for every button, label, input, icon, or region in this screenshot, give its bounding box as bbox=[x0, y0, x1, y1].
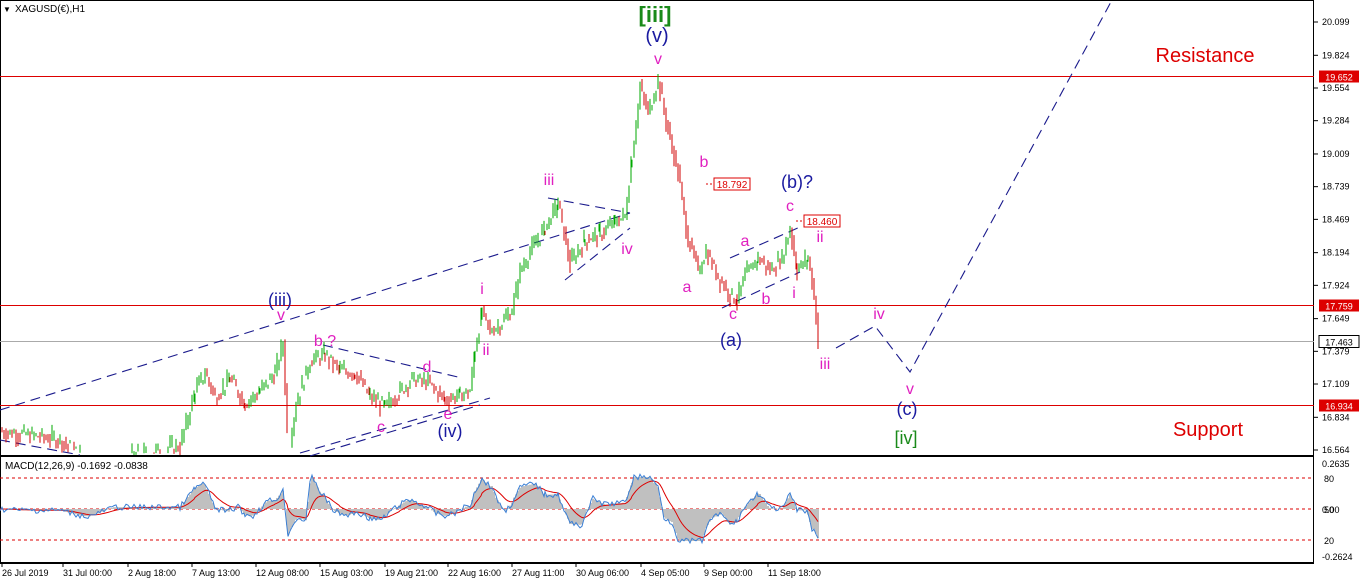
macd-tick-0: 0.2635 bbox=[1322, 459, 1350, 469]
annotation-22: c bbox=[786, 198, 794, 215]
price-tick-11: 17.109 bbox=[1322, 379, 1350, 389]
annotation-13: (iv) bbox=[438, 421, 463, 441]
time-tick-10: 4 Sep 05:00 bbox=[641, 568, 690, 578]
time-tick-3: 7 Aug 13:00 bbox=[192, 568, 240, 578]
macd-tick-3: 0.00 bbox=[1322, 505, 1340, 515]
annotation-24: i bbox=[792, 285, 796, 302]
annotation-20: b bbox=[762, 291, 771, 308]
symbol-label: XAGUSD(€),H1 bbox=[15, 4, 85, 15]
macd-tick-1: 80 bbox=[1324, 474, 1334, 484]
price-tick-3: 19.284 bbox=[1322, 116, 1350, 126]
price-tick-9: 17.649 bbox=[1322, 314, 1350, 324]
macd-tick-4: 20 bbox=[1324, 536, 1334, 546]
price-tick-5: 18.739 bbox=[1322, 182, 1350, 192]
annotation-15: 18.792 bbox=[717, 180, 748, 191]
annotation-29: (c) bbox=[897, 399, 918, 419]
annotation-14: b bbox=[700, 154, 709, 171]
price-tick-10: 17.379 bbox=[1322, 346, 1350, 356]
price-tick-12: 16.834 bbox=[1322, 412, 1350, 422]
price-tick-7: 18.194 bbox=[1322, 248, 1350, 258]
annotation-21: (b)? bbox=[781, 172, 813, 192]
annotation-17: a bbox=[741, 233, 750, 250]
level-price-label-0: 19.652 bbox=[1325, 73, 1353, 83]
price-axis: 20.099 19.824 19.554 19.284 19.009 18.739 18.4… bbox=[1314, 17, 1350, 455]
annotation-2: v bbox=[654, 51, 662, 68]
annotation-16: a bbox=[683, 279, 692, 296]
annotation-31: Resistance bbox=[1156, 45, 1255, 67]
annotation-8: v bbox=[277, 307, 285, 324]
time-tick-0: 26 Jul 2019 bbox=[2, 568, 49, 578]
annotation-0: [iii] bbox=[639, 2, 672, 27]
annotation-23: 18.460 bbox=[807, 217, 838, 228]
price-chart[interactable]: 19.65217.75916.93417.463 20.09919.82419.… bbox=[0, 0, 1362, 584]
annotation-30: [iv] bbox=[894, 428, 917, 448]
price-series bbox=[1, 73, 819, 455]
level-price-label-1: 17.759 bbox=[1325, 302, 1353, 312]
time-tick-7: 22 Aug 16:00 bbox=[448, 568, 501, 578]
annotation-4: iv bbox=[621, 241, 633, 258]
price-tick-8: 17.924 bbox=[1322, 280, 1350, 290]
time-tick-9: 30 Aug 06:00 bbox=[576, 568, 629, 578]
annotation-10: d bbox=[423, 359, 432, 376]
time-tick-4: 12 Aug 08:00 bbox=[256, 568, 309, 578]
macd-tick-5: -0.2624 bbox=[1322, 552, 1353, 562]
annotation-26: iii bbox=[820, 356, 831, 373]
annotation-11: c bbox=[377, 419, 385, 436]
annotation-25: ii bbox=[816, 229, 823, 246]
price-tick-13: 16.564 bbox=[1322, 445, 1350, 455]
annotation-28: v bbox=[906, 381, 914, 398]
annotation-5: i bbox=[480, 281, 484, 298]
annotation-19: (a) bbox=[720, 330, 742, 350]
price-tick-6: 18.469 bbox=[1322, 214, 1350, 224]
time-tick-12: 11 Sep 18:00 bbox=[768, 568, 821, 578]
macd-axis: 0.263580500.0020-0.2624 bbox=[1322, 459, 1353, 562]
macd-series bbox=[0, 473, 819, 545]
macd-title: MACD(12,26,9) -0.1692 -0.0838 bbox=[5, 461, 148, 472]
annotation-27: iv bbox=[873, 306, 885, 323]
dropdown-icon[interactable]: ▼ bbox=[3, 5, 11, 14]
price-tick-1: 19.824 bbox=[1322, 50, 1350, 60]
time-tick-2: 2 Aug 18:00 bbox=[128, 568, 176, 578]
annotation-1: (v) bbox=[645, 25, 668, 47]
time-tick-1: 31 Jul 00:00 bbox=[63, 568, 112, 578]
trendlines bbox=[0, 0, 1113, 457]
level-lines: 19.65217.75916.93417.463 bbox=[0, 70, 1360, 412]
time-tick-5: 15 Aug 03:00 bbox=[320, 568, 373, 578]
time-tick-6: 19 Aug 21:00 bbox=[385, 568, 438, 578]
time-tick-8: 27 Aug 11:00 bbox=[512, 568, 564, 578]
annotation-18: c bbox=[729, 306, 737, 323]
price-tick-0: 20.099 bbox=[1322, 17, 1350, 27]
time-tick-11: 9 Sep 00:00 bbox=[704, 568, 753, 578]
time-axis: 26 Jul 2019 31 Jul 00:00 2 Aug 18:00 7 Aug … bbox=[1, 563, 821, 578]
annotation-3: iii bbox=[544, 172, 555, 189]
annotation-9: b ? bbox=[314, 333, 336, 350]
price-tick-2: 19.554 bbox=[1322, 83, 1350, 93]
annotation-32: Support bbox=[1173, 419, 1243, 441]
annotation-6: ii bbox=[482, 342, 489, 359]
level-price-label-2: 16.934 bbox=[1325, 402, 1353, 412]
price-tick-4: 19.009 bbox=[1322, 149, 1350, 159]
